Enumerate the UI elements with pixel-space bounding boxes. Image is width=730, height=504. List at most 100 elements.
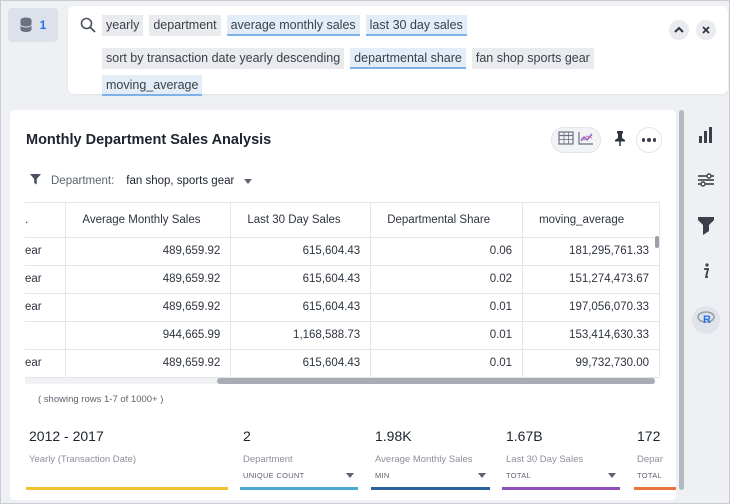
search-token[interactable]: last 30 day sales xyxy=(365,15,467,36)
chevron-down-icon[interactable] xyxy=(244,178,253,184)
row-count-text: ( showing rows 1-7 of 1000+ ) xyxy=(38,394,164,405)
kpi-card[interactable]: 2012 - 2017 Yearly (Transaction Date) xyxy=(26,428,228,490)
table-cell: 99,732,730.00 xyxy=(522,349,660,378)
table-cell: 0.06 xyxy=(370,237,524,266)
search-icon xyxy=(80,17,96,38)
pin-icon xyxy=(613,130,627,151)
chevron-down-icon xyxy=(346,473,354,478)
kpi-color-bar xyxy=(26,487,228,490)
filter-row[interactable]: Department: fan shop, sports gear xyxy=(30,174,253,188)
table-row[interactable]: ear 489,659.92 615,604.43 0.01 197,056,0… xyxy=(25,293,660,322)
table-row[interactable]: ear 489,659.92 615,604.43 0.06 181,295,7… xyxy=(25,237,660,266)
close-button[interactable] xyxy=(696,20,716,40)
kpi-value: 1.98K xyxy=(375,428,412,444)
kpi-color-bar xyxy=(634,487,676,490)
pin-button[interactable] xyxy=(608,127,632,153)
kpi-aggregation-select[interactable]: UNIQUE COUNT xyxy=(240,471,358,480)
chart-config-button[interactable] xyxy=(692,123,720,151)
column-header[interactable]: Average Monthly Sales xyxy=(65,203,232,238)
filter-label: Department: xyxy=(51,175,115,187)
table-cell: 615,604.43 xyxy=(230,265,372,294)
kpi-card[interactable]: 1.98K Average Monthly Sales MIN xyxy=(371,428,490,490)
table-header-row: . Average Monthly Sales Last 30 Day Sale… xyxy=(25,203,660,238)
table-view-icon[interactable] xyxy=(558,130,574,150)
table-cell xyxy=(25,321,67,350)
kpi-aggregation-select[interactable]: TOTAL xyxy=(502,471,620,480)
table-row[interactable]: ear 489,659.92 615,604.43 0.02 151,274,4… xyxy=(25,265,660,294)
more-options-button[interactable] xyxy=(636,127,662,153)
more-dot-icon xyxy=(652,138,657,142)
column-header[interactable]: moving_average xyxy=(522,203,660,238)
table-cell: ear xyxy=(25,293,67,322)
spotlight-button[interactable] xyxy=(692,214,720,242)
more-dot-icon xyxy=(647,138,651,142)
kpi-color-bar xyxy=(502,487,620,490)
kpi-card[interactable]: 172 Depar TOTAL xyxy=(634,428,676,490)
kpi-aggregation: TOTAL xyxy=(506,471,531,480)
table-cell: 0.02 xyxy=(370,265,524,294)
kpi-card[interactable]: 2 Department UNIQUE COUNT xyxy=(240,428,358,490)
table-cell: 489,659.92 xyxy=(65,293,232,322)
column-header[interactable]: Departmental Share xyxy=(370,203,524,238)
kpi-value: 172 xyxy=(637,428,661,444)
table-cell: 944,665.99 xyxy=(65,321,232,350)
table-cell: 181,295,761.33 xyxy=(522,237,660,266)
table-cell: 153,414,630.33 xyxy=(522,321,660,350)
kpi-label: Department xyxy=(243,454,293,465)
source-count: 1 xyxy=(39,18,47,32)
table-horizontal-scrollbar[interactable] xyxy=(217,378,655,384)
table-cell: 197,056,070.33 xyxy=(522,293,660,322)
table-cell: 615,604.43 xyxy=(230,237,372,266)
chart-view-icon[interactable] xyxy=(578,131,594,150)
search-token[interactable]: yearly xyxy=(102,15,144,36)
more-dot-icon xyxy=(641,138,646,142)
kpi-aggregation-select[interactable]: MIN xyxy=(371,471,490,480)
search-token[interactable]: fan shop sports gear xyxy=(471,48,594,69)
r-icon: R xyxy=(697,310,715,330)
column-header[interactable]: Last 30 Day Sales xyxy=(230,203,372,238)
search-token[interactable]: moving_average xyxy=(102,75,203,96)
table-cell: 0.01 xyxy=(370,293,524,322)
table-row[interactable]: ear 489,659.92 615,604.43 0.01 99,732,73… xyxy=(25,349,660,378)
table-cell: ear xyxy=(25,349,67,378)
table-cell: 489,659.92 xyxy=(65,349,232,378)
page-scrollbar[interactable] xyxy=(679,110,684,490)
settings-button[interactable] xyxy=(692,168,720,196)
table-cell: ear xyxy=(25,237,67,266)
kpi-value: 2 xyxy=(243,428,251,444)
r-analysis-button[interactable]: R xyxy=(692,306,720,334)
kpi-label: Average Monthly Sales xyxy=(375,454,473,465)
search-token[interactable]: sort by transaction date yearly descendi… xyxy=(102,48,345,69)
search-token[interactable]: department xyxy=(149,15,221,36)
kpi-aggregation: UNIQUE COUNT xyxy=(243,471,305,480)
filter-icon xyxy=(30,174,41,188)
table-row[interactable]: 944,665.99 1,168,588.73 0.01 153,414,630… xyxy=(25,321,660,350)
bar-chart-icon xyxy=(699,126,713,148)
table-cell: 489,659.92 xyxy=(65,237,232,266)
kpi-value: 1.67B xyxy=(506,428,543,444)
results-table: . Average Monthly Sales Last 30 Day Sale… xyxy=(25,202,660,380)
table-cell: 615,604.43 xyxy=(230,349,372,378)
settings-sliders-icon xyxy=(698,172,714,192)
data-source-tab[interactable]: 1 xyxy=(8,8,58,42)
kpi-card[interactable]: 1.67B Last 30 Day Sales TOTAL xyxy=(502,428,620,490)
close-icon xyxy=(702,21,710,39)
search-token[interactable]: average monthly sales xyxy=(226,15,360,36)
table-cell: 615,604.43 xyxy=(230,293,372,322)
answer-panel: Monthly Department Sales Analysis Depart… xyxy=(10,110,676,500)
kpi-aggregation-select[interactable]: TOTAL xyxy=(634,471,676,480)
collapse-button[interactable] xyxy=(669,20,689,40)
table-cell: 0.01 xyxy=(370,321,524,350)
view-toggle[interactable] xyxy=(551,127,601,153)
spotlight-icon xyxy=(698,216,714,240)
search-bar[interactable]: yearly department average monthly sales … xyxy=(68,6,728,96)
search-token[interactable]: departmental share xyxy=(350,48,466,69)
filter-value[interactable]: fan shop, sports gear xyxy=(126,175,234,187)
table-vertical-scrollbar[interactable] xyxy=(655,236,659,248)
table-cell: 489,659.92 xyxy=(65,265,232,294)
column-header[interactable]: . xyxy=(25,203,67,238)
kpi-color-bar xyxy=(240,487,358,490)
info-button[interactable] xyxy=(692,259,720,287)
kpi-label: Depar xyxy=(637,454,663,465)
kpi-label: Last 30 Day Sales xyxy=(506,454,584,465)
